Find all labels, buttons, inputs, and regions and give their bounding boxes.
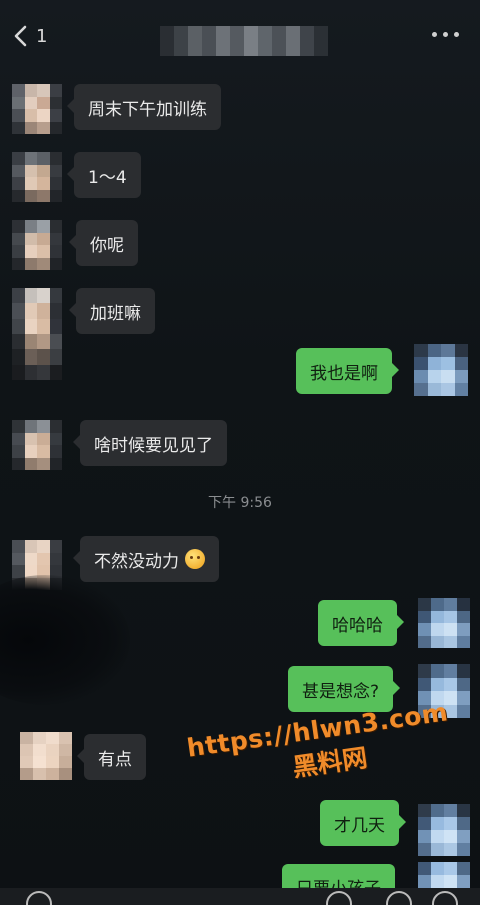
avatar[interactable] [12,420,62,470]
avatar[interactable] [12,84,62,134]
message-text: 加班嘛 [90,303,141,324]
voice-icon[interactable] [26,891,52,905]
message-bubble[interactable]: 有点 [77,734,146,780]
message-text: 我也是啊 [310,363,378,384]
message-bubble[interactable]: 周末下午加训练 [67,84,221,130]
avatar[interactable] [418,862,470,888]
chat-header: 1 [0,0,480,80]
message-bubble[interactable]: 加班嘛 [69,288,155,334]
message-bubble[interactable]: 甚是想念? [288,666,401,712]
message-text: 甚是想念? [302,681,380,702]
avatar[interactable] [418,598,470,648]
avatar[interactable] [418,804,470,856]
avatar[interactable] [12,288,62,380]
plus-icon[interactable] [386,891,412,905]
message-bubble[interactable]: 啥时候要见见了 [73,420,227,466]
message-text: 周末下午加训练 [88,99,207,120]
avatar[interactable] [12,220,62,270]
input-bar [0,888,480,905]
attachment-icon[interactable] [432,891,458,905]
message-bubble[interactable]: 1～4 [67,152,141,198]
message-bubble[interactable]: 我也是啊 [296,348,399,394]
emoji-icon[interactable] [326,891,352,905]
message-text: 才几天 [334,815,385,836]
message-bubble[interactable]: 才几天 [320,800,406,846]
chevron-left-icon [14,25,27,47]
message-text: 有点 [98,749,132,770]
back-button[interactable]: 1 [12,25,47,47]
unread-count: 1 [36,25,48,47]
message-text: 你呢 [90,235,124,256]
avatar[interactable] [20,732,72,780]
message-text: 哈哈哈 [332,615,383,636]
message-text: 啥时候要见见了 [94,435,213,456]
finger-shadow [0,575,130,705]
contact-name-blurred [160,26,332,56]
message-bubble[interactable]: 哈哈哈 [318,600,404,646]
message-bubble[interactable]: 你呢 [69,220,138,266]
message-bubble[interactable]: 不然没动力 [73,536,219,582]
message-text: 不然没动力 [94,551,179,572]
chat-screen: 1 周末下午加训练 1～4 你呢 加班嘛 我也是啊 啥时候要见见了 下午 9:5… [0,0,480,905]
more-dots-icon [431,31,437,37]
sad-face-emoji-icon [185,549,205,569]
avatar[interactable] [414,344,468,396]
more-button[interactable] [428,26,462,42]
message-text: 1～4 [88,167,127,188]
avatar[interactable] [12,152,62,202]
timestamp: 下午 9:56 [208,495,272,511]
